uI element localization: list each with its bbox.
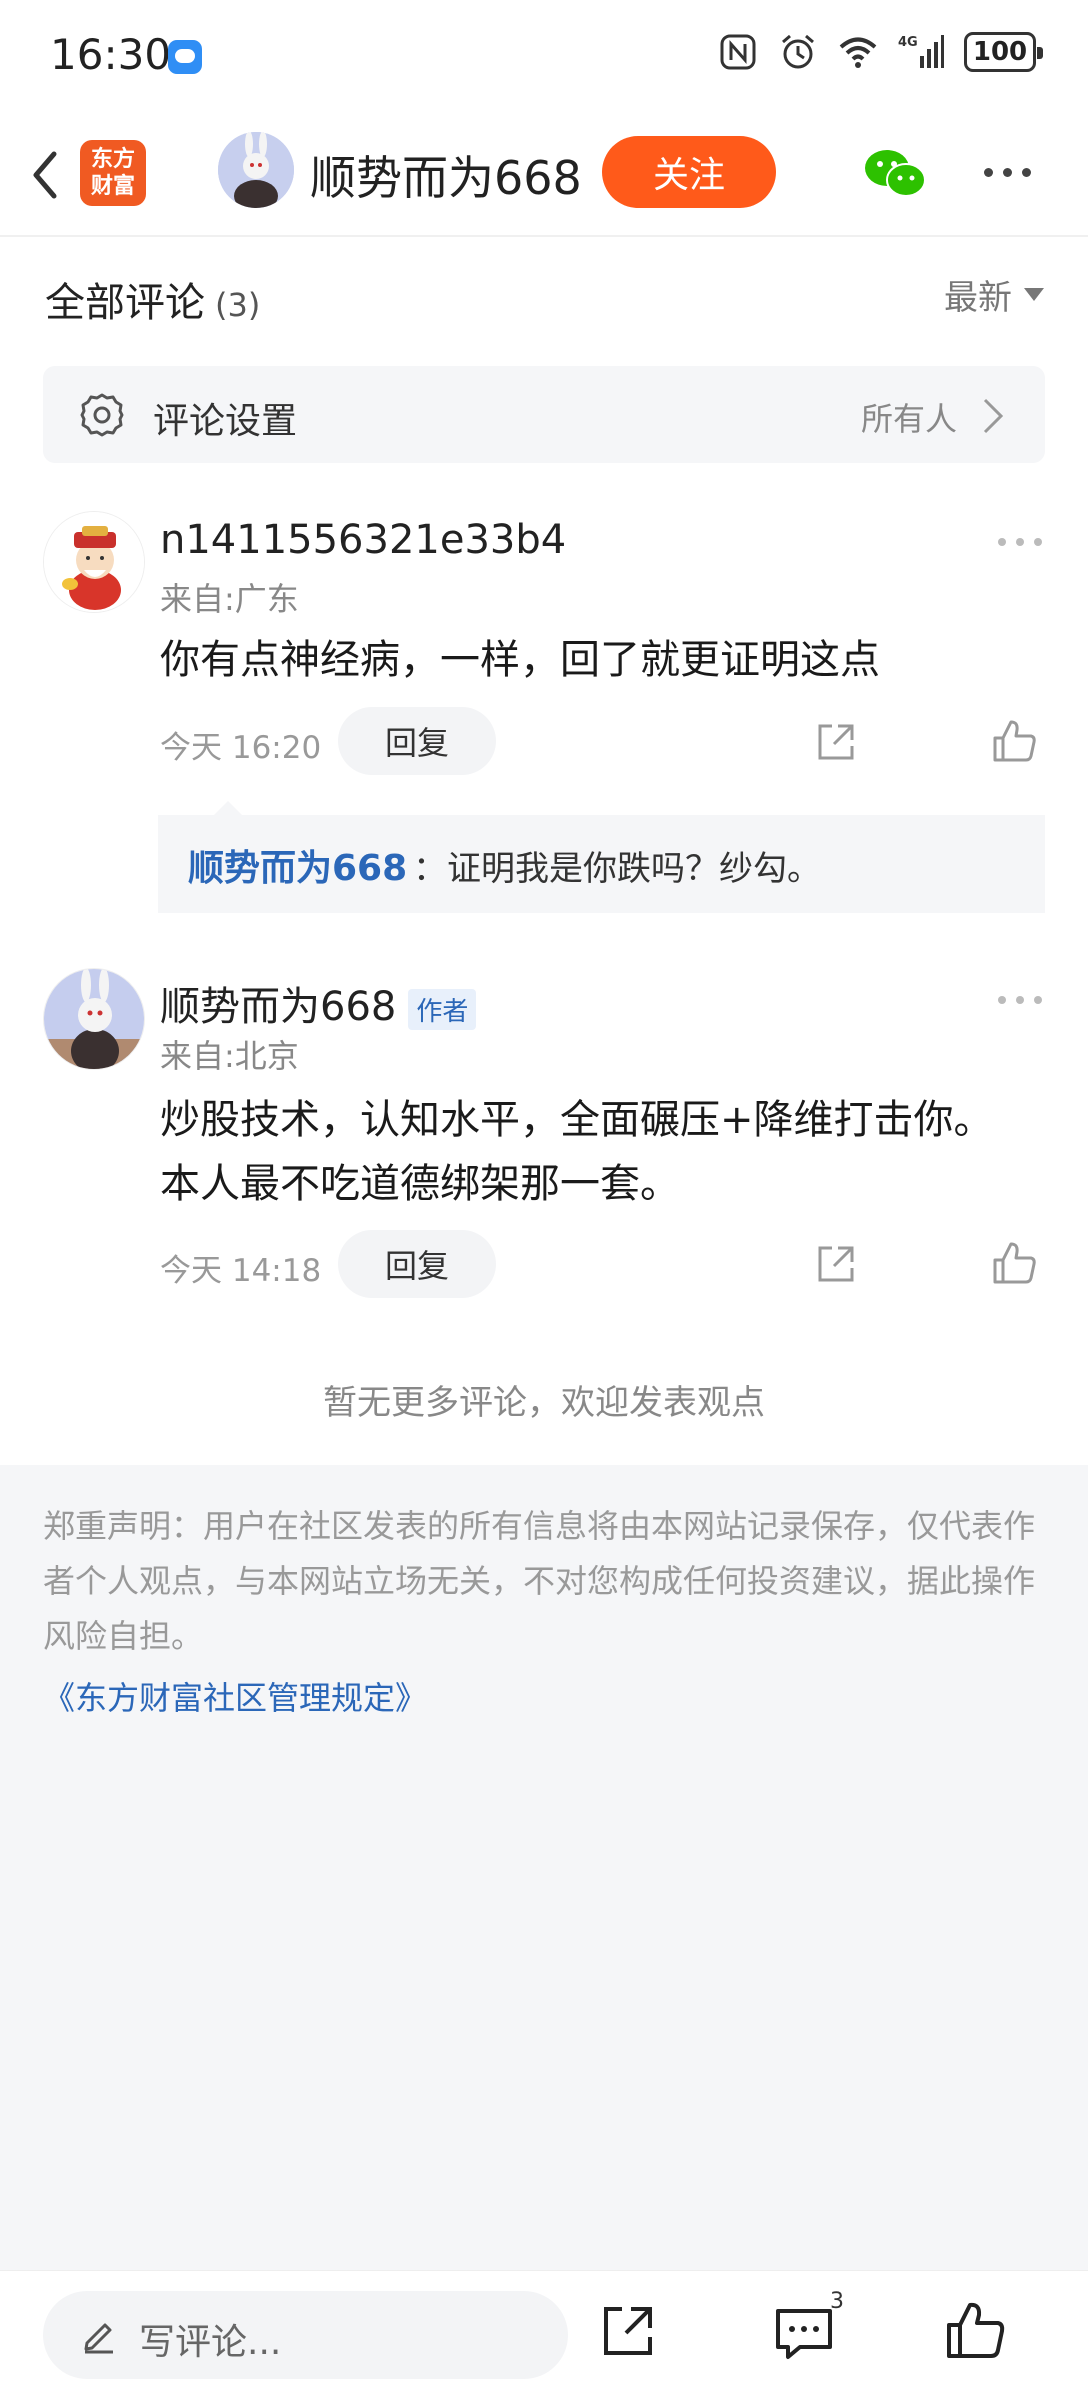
- app-logo[interactable]: 东方 财富: [80, 140, 146, 206]
- comment-text: 炒股技术，认知水平，全面碾压+降维打击你。 本人最不吃道德绑架那一套。: [160, 1088, 1050, 1216]
- alarm-icon: [782, 34, 814, 69]
- share-button-icon[interactable]: [598, 2301, 658, 2361]
- commenter-name-text: 顺势而为668: [160, 984, 397, 1030]
- author-badge: 作者: [408, 988, 477, 1030]
- comment-settings-row[interactable]: 评论设置 所有人: [43, 366, 1045, 463]
- top-nav-bar: 东方 财富 顺势而为668 关注: [0, 112, 1088, 237]
- network-label: 4G: [898, 35, 918, 50]
- comment-input-placeholder: 写评论...: [139, 2322, 282, 2363]
- like-icon[interactable]: [991, 718, 1037, 764]
- comment-text: 你有点神经病，一样，回了就更证明这点: [160, 637, 880, 683]
- disclaimer-section: 郑重声明：用户在社区发表的所有信息将由本网站记录保存，仅代表作者个人观点，与本网…: [0, 1465, 1088, 2270]
- header-username[interactable]: 顺势而为668: [310, 142, 582, 208]
- share-icon[interactable]: [814, 1242, 858, 1286]
- disclaimer-text: 郑重声明：用户在社区发表的所有信息将由本网站记录保存，仅代表作者个人观点，与本网…: [43, 1507, 1036, 1655]
- battery-level: 100: [972, 37, 1028, 67]
- app-logo-line2: 财富: [90, 174, 135, 199]
- comment-count-badge: 3: [830, 2289, 844, 2314]
- comment-time: 今天 14:18: [160, 1253, 322, 1289]
- comments-button-icon[interactable]: [774, 2305, 836, 2361]
- no-more-comments: 暂无更多评论，欢迎发表观点: [323, 1383, 765, 1423]
- commenter-name[interactable]: 顺势而为668 作者: [160, 974, 477, 1032]
- pencil-icon: [84, 2323, 113, 2354]
- reply-preview[interactable]: 顺势而为668 ：证明我是你跌吗？纱勾。: [158, 801, 1045, 913]
- more-options-button[interactable]: [984, 162, 1044, 182]
- wechat-icon[interactable]: [862, 146, 928, 202]
- comment-more-button[interactable]: [998, 536, 1044, 548]
- like-icon[interactable]: [991, 1240, 1037, 1286]
- commenter-location: 来自:广东: [160, 580, 299, 618]
- settings-value: 所有人: [860, 400, 957, 438]
- chevron-right-icon: [983, 398, 1004, 434]
- comments-section-title: 全部评论 (3): [45, 270, 260, 328]
- back-button[interactable]: [20, 140, 70, 210]
- wifi-icon: [839, 37, 877, 68]
- community-rules-link[interactable]: 《东方财富社区管理规定》: [43, 1673, 427, 1719]
- commenter-avatar[interactable]: [43, 511, 145, 613]
- status-bar: 16:30 4G 100: [0, 0, 1088, 112]
- battery-indicator: 100: [964, 32, 1043, 72]
- caret-down-icon: [1024, 288, 1044, 301]
- settings-label: 评论设置: [153, 401, 298, 442]
- commenter-location: 来自:北京: [160, 1037, 299, 1075]
- share-icon[interactable]: [814, 720, 858, 764]
- reply-button[interactable]: 回复: [338, 707, 496, 775]
- follow-button[interactable]: 关注: [602, 136, 776, 208]
- comment-input[interactable]: 写评论...: [43, 2291, 568, 2379]
- commenter-avatar[interactable]: [43, 968, 145, 1070]
- reply-text: ：证明我是你跌吗？纱勾。: [413, 849, 821, 889]
- signal-icon: 4G: [898, 35, 944, 68]
- comments-title-text: 全部评论: [45, 280, 205, 326]
- sort-dropdown[interactable]: 最新: [944, 270, 1044, 319]
- comment-more-button[interactable]: [998, 994, 1044, 1006]
- message-notification-icon: [168, 40, 202, 74]
- comment-time: 今天 16:20: [160, 730, 322, 766]
- nfc-icon: [720, 34, 756, 70]
- status-time: 16:30: [50, 30, 172, 79]
- like-button-icon[interactable]: [944, 2299, 1006, 2361]
- gear-icon: [80, 393, 124, 437]
- user-avatar[interactable]: [218, 132, 294, 208]
- comment-text-line: 本人最不吃道德绑架那一套。: [160, 1161, 680, 1207]
- reply-button[interactable]: 回复: [338, 1230, 496, 1298]
- app-logo-line1: 东方: [90, 147, 135, 172]
- comments-count: (3): [215, 286, 261, 324]
- reply-author[interactable]: 顺势而为668: [188, 839, 407, 891]
- bottom-action-bar: 写评论... 3: [0, 2270, 1088, 2400]
- commenter-name[interactable]: n1411556321e33b4: [160, 517, 566, 563]
- sort-label: 最新: [944, 278, 1012, 318]
- comment-text-line: 炒股技术，认知水平，全面碾压+降维打击你。: [160, 1097, 994, 1143]
- status-indicators: 4G 100: [718, 32, 1043, 72]
